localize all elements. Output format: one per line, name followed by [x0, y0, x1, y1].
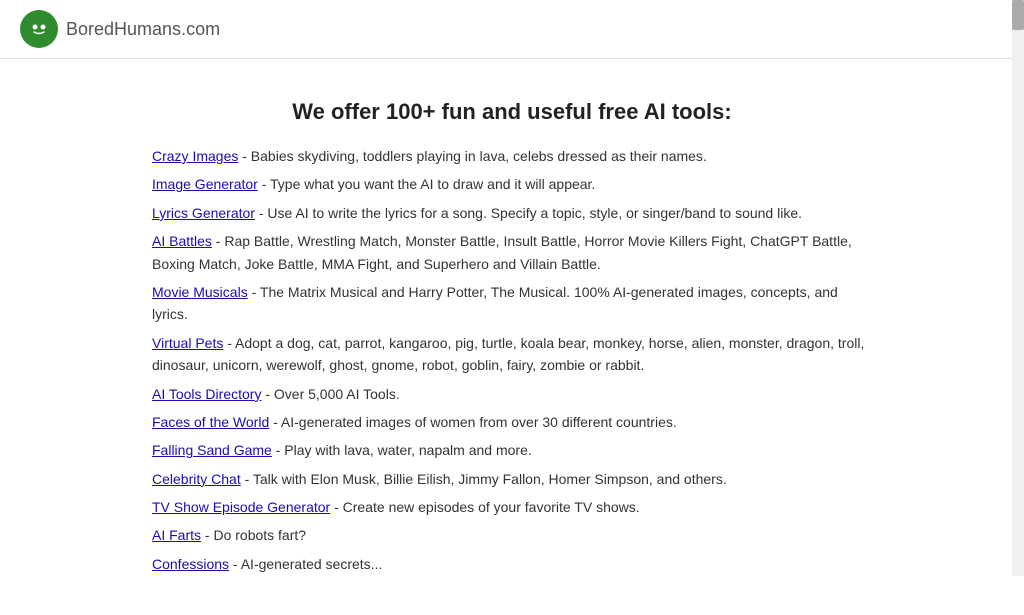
tool-link-virtual-pets[interactable]: Virtual Pets: [152, 335, 223, 351]
tool-description: - Adopt a dog, cat, parrot, kangaroo, pi…: [152, 335, 864, 373]
main-content: We offer 100+ fun and useful free AI too…: [132, 99, 892, 575]
logo-text: BoredHumans.com: [66, 19, 220, 40]
tool-description: - Create new episodes of your favorite T…: [330, 499, 639, 515]
logo-name: BoredHumans: [66, 19, 181, 39]
tool-link-lyrics-generator[interactable]: Lyrics Generator: [152, 205, 255, 221]
tool-link-falling-sand-game[interactable]: Falling Sand Game: [152, 442, 272, 458]
logo-tld: .com: [181, 19, 220, 39]
list-item: Crazy Images - Babies skydiving, toddler…: [152, 145, 872, 167]
page-heading: We offer 100+ fun and useful free AI too…: [152, 99, 872, 125]
tool-description: - Play with lava, water, napalm and more…: [272, 442, 532, 458]
tool-link-image-generator[interactable]: Image Generator: [152, 176, 258, 192]
tool-description: - Over 5,000 AI Tools.: [261, 386, 399, 402]
logo-icon: [20, 10, 58, 48]
tool-link-faces-of-the-world[interactable]: Faces of the World: [152, 414, 269, 430]
tool-description: - Use AI to write the lyrics for a song.…: [255, 205, 802, 221]
list-item: Virtual Pets - Adopt a dog, cat, parrot,…: [152, 332, 872, 377]
list-item: Lyrics Generator - Use AI to write the l…: [152, 202, 872, 224]
list-item: Movie Musicals - The Matrix Musical and …: [152, 281, 872, 326]
logo[interactable]: BoredHumans.com: [20, 10, 220, 48]
tool-link-ai-tools-directory[interactable]: AI Tools Directory: [152, 386, 261, 402]
tool-link-tv-show-episode-generator[interactable]: TV Show Episode Generator: [152, 499, 330, 515]
tool-description: - Type what you want the AI to draw and …: [258, 176, 596, 192]
tool-description: - Talk with Elon Musk, Billie Eilish, Ji…: [241, 471, 727, 487]
list-item: AI Battles - Rap Battle, Wrestling Match…: [152, 230, 872, 275]
tool-description: - AI-generated secrets...: [229, 556, 382, 572]
scrollbar-thumb[interactable]: [1012, 0, 1024, 30]
tool-link-confessions[interactable]: Confessions: [152, 556, 229, 572]
tool-description: - Babies skydiving, toddlers playing in …: [238, 148, 706, 164]
list-item: Faces of the World - AI-generated images…: [152, 411, 872, 433]
tool-link-ai-battles[interactable]: AI Battles: [152, 233, 212, 249]
tool-description: - Do robots fart?: [201, 527, 306, 543]
site-header: BoredHumans.com: [0, 0, 1024, 59]
tool-link-ai-farts[interactable]: AI Farts: [152, 527, 201, 543]
list-item: AI Farts - Do robots fart?: [152, 524, 872, 546]
tool-description: - AI-generated images of women from over…: [269, 414, 677, 430]
scrollbar-track: [1012, 0, 1024, 576]
tool-link-crazy-images[interactable]: Crazy Images: [152, 148, 238, 164]
tool-description: - Rap Battle, Wrestling Match, Monster B…: [152, 233, 852, 271]
list-item: Celebrity Chat - Talk with Elon Musk, Bi…: [152, 468, 872, 490]
list-item: AI Tools Directory - Over 5,000 AI Tools…: [152, 383, 872, 405]
list-item: Confessions - AI-generated secrets...: [152, 553, 872, 575]
tools-list: Crazy Images - Babies skydiving, toddler…: [152, 145, 872, 575]
logo-svg: [27, 17, 51, 41]
tool-description: - The Matrix Musical and Harry Potter, T…: [152, 284, 838, 322]
tool-link-movie-musicals[interactable]: Movie Musicals: [152, 284, 248, 300]
list-item: Image Generator - Type what you want the…: [152, 173, 872, 195]
list-item: TV Show Episode Generator - Create new e…: [152, 496, 872, 518]
list-item: Falling Sand Game - Play with lava, wate…: [152, 439, 872, 461]
tool-link-celebrity-chat[interactable]: Celebrity Chat: [152, 471, 241, 487]
